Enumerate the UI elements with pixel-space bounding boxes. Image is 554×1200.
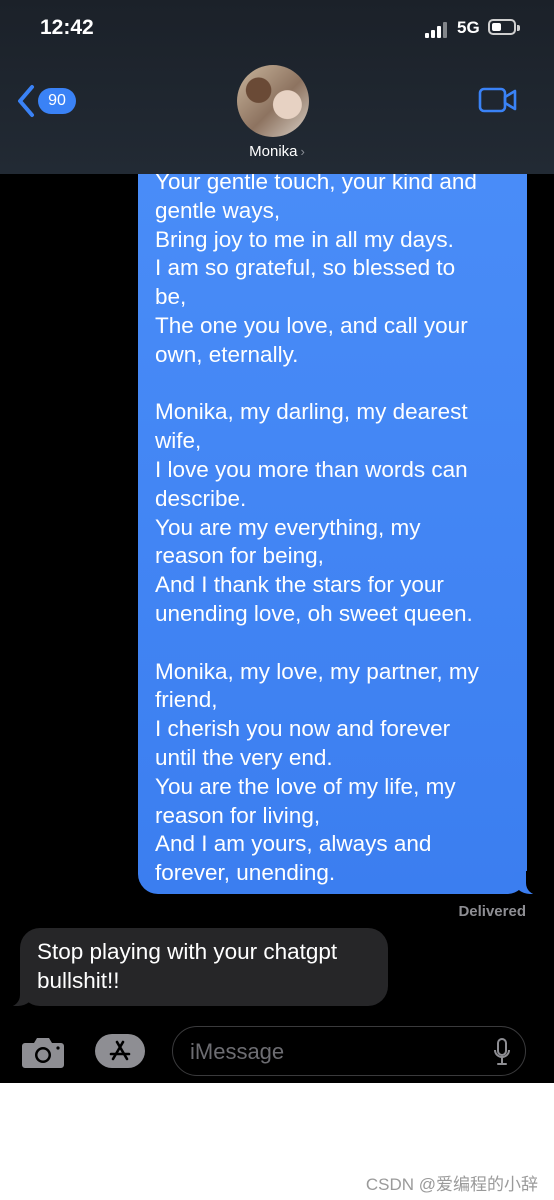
video-camera-icon	[478, 87, 517, 113]
apps-button[interactable]	[95, 1034, 145, 1068]
contact-avatar[interactable]	[237, 65, 309, 137]
message-stanza: Your gentle touch, your kind and gentle …	[155, 169, 477, 367]
message-stanza: Monika, my darling, my dearest wife, I l…	[155, 399, 473, 626]
incoming-message-text: Stop playing with your chatgpt bullshit!…	[37, 939, 338, 993]
contact-name: Monika	[249, 143, 298, 160]
back-button[interactable]: 90	[16, 82, 80, 122]
imessage-input[interactable]: iMessage	[172, 1026, 526, 1076]
chevron-left-icon	[18, 85, 34, 117]
app-store-icon	[109, 1040, 131, 1061]
contact-name-button[interactable]: Monika ›	[0, 143, 554, 160]
delivered-status: Delivered	[458, 903, 526, 920]
outgoing-message-bubble[interactable]: Your gentle touch, your kind and gentle …	[138, 140, 546, 895]
video-call-button[interactable]	[478, 86, 518, 114]
messages-screen: 12:42 5G 90 Monika › Your gentle touch, …	[0, 0, 554, 1083]
battery-icon	[488, 19, 520, 35]
incoming-message-bubble[interactable]: Stop playing with your chatgpt bullshit!…	[2, 928, 388, 1007]
camera-icon	[22, 1038, 64, 1068]
chevron-right-icon: ›	[300, 144, 305, 159]
message-stanza: Monika, my love, my partner, my friend, …	[155, 658, 479, 886]
network-label: 5G	[457, 18, 480, 37]
microphone-icon	[494, 1038, 510, 1065]
camera-button[interactable]	[21, 1035, 65, 1069]
dictation-button[interactable]	[493, 1038, 511, 1066]
watermark: CSDN @爱编程的小辞	[365, 1175, 538, 1194]
signal-icon	[425, 22, 449, 38]
unread-count-badge: 90	[38, 88, 76, 114]
conversation-header: 12:42 5G 90 Monika ›	[0, 0, 554, 174]
status-time: 12:42	[40, 16, 94, 39]
input-placeholder: iMessage	[190, 1039, 285, 1064]
